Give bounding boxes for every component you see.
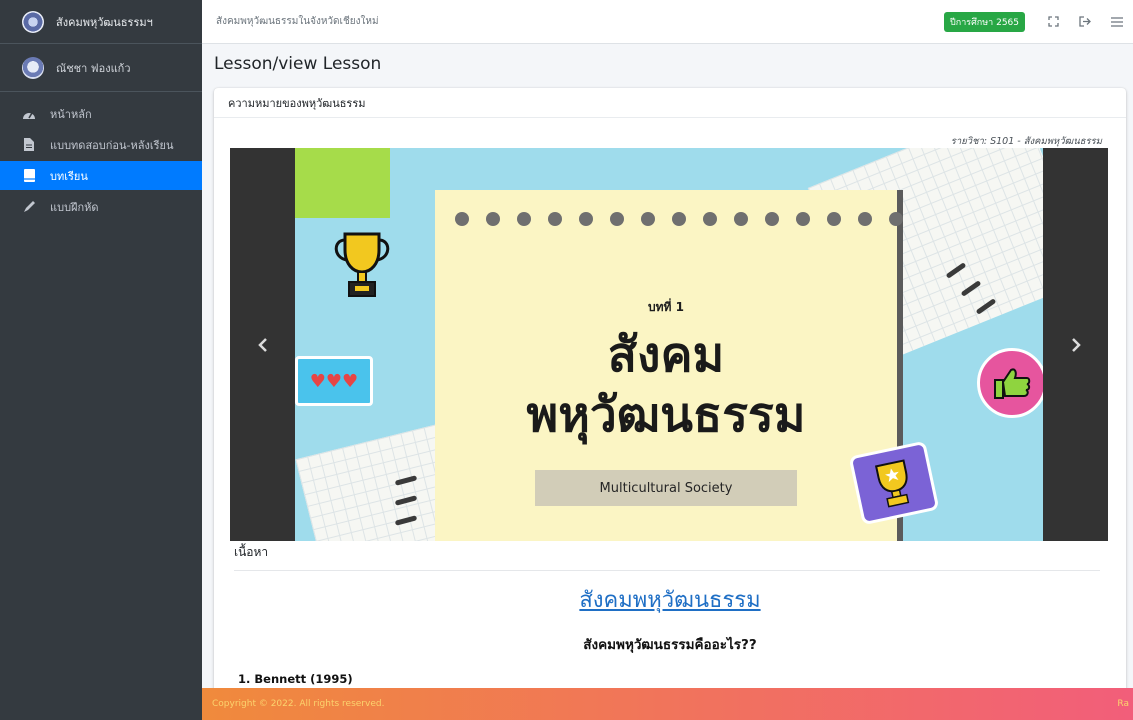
site-title: สังคมพหุวัฒนธรรมในจังหวัดเชียงใหม่	[216, 16, 379, 27]
sidebar-item-lessons[interactable]: บทเรียน	[0, 161, 202, 190]
subject-label: รายวิชา: S101 - สังคมพหุวัฒนธรรม	[950, 136, 1102, 147]
sidebar-item-label: แบบฝึกหัด	[50, 200, 99, 214]
chevron-right-icon	[1071, 337, 1081, 352]
footer-copyright: Copyright © 2022. All rights reserved.	[212, 699, 385, 709]
menu-icon[interactable]	[1101, 0, 1133, 44]
slide-title: สังคม พหุวัฒนธรรม	[435, 325, 897, 445]
card-title: ความหมายของพหุวัฒนธรรม	[214, 88, 1126, 118]
carousel-slide: ♥♥♥ บทที่ 1 สังคม พหุวัฒนธรรม Multicultu…	[295, 148, 1043, 541]
divider	[234, 570, 1100, 571]
content-header: Lesson/view Lesson	[202, 44, 1133, 84]
sidebar-item-label: แบบทดสอบก่อน-หลังเรียน	[50, 138, 174, 152]
slide-title-line: พหุวัฒนธรรม	[526, 387, 806, 443]
slide-notepad: บทที่ 1 สังคม พหุวัฒนธรรม Multicultural …	[435, 190, 903, 541]
file-icon	[22, 138, 36, 152]
sidebar: สังคมพหุวัฒนธรรมฯ ณัชชา ฟองแก้ว หน้าหลัก…	[0, 0, 202, 720]
sidebar-item-home[interactable]: หน้าหลัก	[0, 99, 202, 128]
user-panel[interactable]: ณัชชา ฟองแก้ว	[0, 44, 202, 92]
lesson-carousel: ♥♥♥ บทที่ 1 สังคม พหุวัฒนธรรม Multicultu…	[230, 148, 1108, 541]
page-title: Lesson/view Lesson	[214, 54, 382, 74]
brand-text: สังคมพหุวัฒนธรรมฯ	[56, 15, 153, 29]
sidebar-nav: หน้าหลัก แบบทดสอบก่อน-หลังเรียน บทเรียน …	[0, 99, 202, 221]
slide-chapter: บทที่ 1	[648, 300, 684, 314]
content-heading: สังคมพหุวัฒนธรรม	[579, 588, 761, 613]
trophy-sticker-icon	[848, 440, 940, 526]
carousel-prev-button[interactable]	[230, 148, 295, 541]
notepad-holes	[455, 212, 903, 226]
carousel-next-button[interactable]	[1043, 148, 1108, 541]
slide-subtitle: Multicultural Society	[535, 470, 797, 506]
sidebar-item-exercises[interactable]: แบบฝึกหัด	[0, 192, 202, 221]
slide-title-line: สังคม	[607, 327, 725, 383]
hearts-sticker: ♥♥♥	[295, 356, 373, 406]
content-question: สังคมพหุวัฒนธรรมคืออะไร??	[583, 637, 757, 653]
content-reference: 1. Bennett (1995)	[238, 672, 353, 686]
sidebar-item-pretest[interactable]: แบบทดสอบก่อน-หลังเรียน	[0, 130, 202, 159]
sidebar-item-label: หน้าหลัก	[50, 107, 92, 121]
fullscreen-icon[interactable]	[1037, 0, 1069, 44]
user-name: ณัชชา ฟองแก้ว	[56, 61, 131, 75]
sidebar-item-label: บทเรียน	[50, 169, 88, 183]
trophy-icon	[331, 228, 393, 302]
footer-right-text: Ra	[1117, 699, 1129, 709]
lesson-card: ความหมายของพหุวัฒนธรรม รายวิชา: S101 - ส…	[214, 88, 1126, 708]
footer: Copyright © 2022. All rights reserved. R…	[202, 688, 1133, 720]
thumbs-up-icon	[977, 348, 1043, 418]
book-icon	[22, 169, 36, 183]
top-navbar: สังคมพหุวัฒนธรรมในจังหวัดเชียงใหม่ ปีการ…	[202, 0, 1133, 44]
academic-year-badge: ปีการศึกษา 2565	[944, 11, 1025, 32]
chevron-left-icon	[257, 337, 267, 352]
decor-shape	[295, 148, 390, 218]
logout-icon[interactable]	[1069, 0, 1101, 44]
brand-logo	[22, 10, 44, 33]
pen-icon	[22, 200, 36, 214]
brand-link[interactable]: สังคมพหุวัฒนธรรมฯ	[0, 0, 202, 44]
dashboard-icon	[22, 107, 36, 121]
section-label: เนื้อหา	[234, 545, 269, 559]
avatar	[22, 56, 44, 79]
